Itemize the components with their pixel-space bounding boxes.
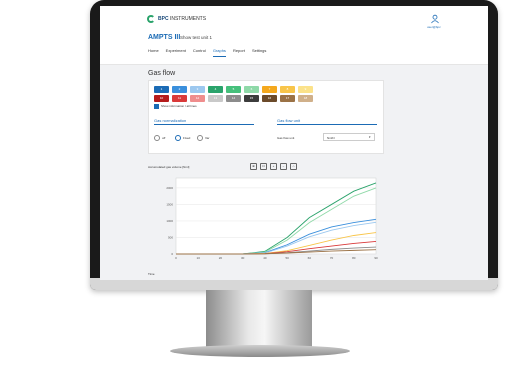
page-subtitle: Show test unit 1 [180,35,213,40]
gas-flow-panel: 123456789 10 11 12 13 14 15 16 17 18 Show inform… [148,80,384,154]
channel-chip-3[interactable]: 3 [190,86,205,93]
show-all-checkbox[interactable] [154,104,159,109]
channel-chip-1[interactable]: 1 [154,86,169,93]
x-tick-label: 30 [241,256,245,260]
nav-settings[interactable]: Settings [252,48,266,57]
channel-row-2: 10 11 12 13 14 15 16 17 18 [154,95,313,102]
channel-chip-2[interactable]: 2 [172,86,187,93]
nav-control[interactable]: Control [193,48,206,57]
normalization-divider [154,124,254,125]
unit-select[interactable]: NmlN [323,133,375,141]
x-tick-label: 20 [219,256,223,260]
user-label[interactable]: user@bpc [427,25,441,29]
channel-chip-5[interactable]: 5 [226,86,241,93]
chart-title: Accumulated gas volume [Nml] [148,165,190,169]
radio-off[interactable] [154,135,160,141]
page-title: AMPTS III [148,34,181,41]
show-all-label: Show information / all lines [161,104,197,108]
x-tick-label: 50 [285,256,289,260]
y-tick-label: 0 [171,252,173,256]
channel-chip-10[interactable]: 10 [154,95,169,102]
unit-title: Gas flow unit [277,118,301,123]
plot-area [175,177,377,255]
radio-fixed[interactable] [175,135,181,141]
monitor-stand [206,290,312,348]
nav-experiment[interactable]: Experiment [166,48,186,57]
radio-var[interactable] [197,135,203,141]
monitor-base [170,345,350,357]
channel-chip-11[interactable]: 11 [172,95,187,102]
x-tick-label: 10 [197,256,201,260]
reset-view-icon[interactable]: ⌂ [290,163,297,170]
channel-chip-7[interactable]: 7 [262,86,277,93]
app-screen: BPC INSTRUMENTS user@bpc AMPTS III Show … [100,6,488,280]
section-title: Gas flow [148,70,176,77]
channel-chip-8[interactable]: 8 [280,86,295,93]
x-tick-label: 0 [175,256,177,260]
channel-chip-17[interactable]: 17 [280,95,295,102]
user-icon[interactable] [430,14,440,24]
zoom-out-icon[interactable]: − [280,163,287,170]
normalization-title: Gas normalization [154,118,187,123]
main-nav: Home Experiment Control Graphs Report Se… [148,48,266,57]
brand-logo[interactable]: BPC INSTRUMENTS [147,15,206,23]
x-axis-label: Time [148,272,155,276]
radio-fixed-label: Fixed [183,136,191,140]
chevron-down-icon: ▾ [369,135,371,139]
channel-chip-6[interactable]: 6 [244,86,259,93]
nav-graphs[interactable]: Graphs [212,48,226,57]
x-tick-label: 70 [330,256,334,260]
radio-off-label: off [162,136,166,140]
radio-var-label: Var [205,136,210,140]
y-tick-label: 1500 [166,202,173,206]
zoom-region-icon[interactable]: ⊕ [250,163,257,170]
unit-field-label: Gas flow unit [277,136,295,140]
channel-chip-13[interactable]: 13 [208,95,223,102]
channel-chip-18[interactable]: 18 [298,95,313,102]
y-tick-label: 2000 [166,186,173,190]
logo-icon [147,15,155,23]
x-tick-label: 90 [374,256,378,260]
zoom-box-icon[interactable]: ⊡ [260,163,267,170]
gas-volume-chart[interactable]: 0 500 1000 1500 2000 0 10 20 30 40 50 60 70 80 90 [148,172,388,266]
channel-chip-14[interactable]: 14 [226,95,241,102]
chart-toolbar: ⊕ ⊡ + − ⌂ [250,163,297,170]
x-tick-label: 40 [263,256,267,260]
channel-chip-15[interactable]: 15 [244,95,259,102]
zoom-in-icon[interactable]: + [270,163,277,170]
channel-chip-12[interactable]: 12 [190,95,205,102]
channel-chip-4[interactable]: 4 [208,86,223,93]
channel-row-1: 123456789 [154,86,313,93]
x-tick-label: 60 [308,256,312,260]
x-tick-label: 80 [352,256,356,260]
nav-home[interactable]: Home [148,48,159,57]
unit-divider [277,124,377,125]
channel-chip-9[interactable]: 9 [298,86,313,93]
nav-report[interactable]: Report [233,48,245,57]
app-header: BPC INSTRUMENTS user@bpc AMPTS III Show … [100,6,488,65]
y-tick-label: 500 [168,235,173,239]
y-tick-label: 1000 [166,219,173,223]
channel-chip-16[interactable]: 16 [262,95,277,102]
